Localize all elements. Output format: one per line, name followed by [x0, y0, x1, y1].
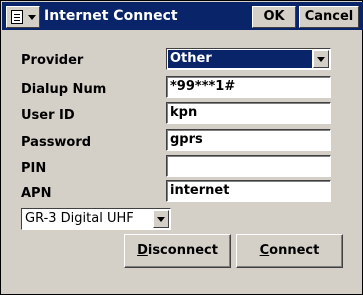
- disconnect-mnemonic: D: [137, 243, 148, 258]
- dialup-number-input[interactable]: *99***1#: [166, 76, 331, 98]
- chevron-down-icon[interactable]: [313, 50, 329, 68]
- cancel-button[interactable]: Cancel: [299, 6, 359, 28]
- provider-label: Provider: [21, 53, 84, 68]
- title-bar: Internet Connect OK Cancel: [2, 2, 363, 30]
- password-input[interactable]: gprs: [166, 129, 331, 151]
- ok-button[interactable]: OK: [252, 6, 296, 28]
- modem-select[interactable]: GR-3 Digital UHF: [21, 208, 171, 230]
- pin-label: PIN: [21, 161, 47, 176]
- disconnect-button[interactable]: Disconnect: [124, 234, 231, 268]
- document-menu-icon: [11, 10, 23, 24]
- password-label: Password: [21, 135, 92, 150]
- window-title: Internet Connect: [44, 8, 178, 24]
- chevron-down-icon[interactable]: [153, 210, 169, 228]
- disconnect-label: isconnect: [147, 243, 218, 258]
- system-menu-button[interactable]: [6, 6, 40, 28]
- apn-input[interactable]: internet: [166, 180, 331, 202]
- userid-label: User ID: [21, 108, 75, 123]
- modem-value: GR-3 Digital UHF: [25, 211, 134, 226]
- connect-button[interactable]: Connect: [236, 234, 343, 268]
- connect-label: onnect: [269, 243, 320, 258]
- provider-value: Other: [168, 50, 312, 68]
- dialup-label: Dialup Num: [21, 82, 107, 97]
- provider-select[interactable]: Other: [166, 48, 331, 70]
- connect-mnemonic: C: [259, 243, 270, 258]
- chevron-down-icon: [28, 15, 36, 20]
- pin-input[interactable]: [166, 155, 331, 177]
- userid-input[interactable]: kpn: [166, 102, 331, 124]
- apn-label: APN: [21, 186, 52, 201]
